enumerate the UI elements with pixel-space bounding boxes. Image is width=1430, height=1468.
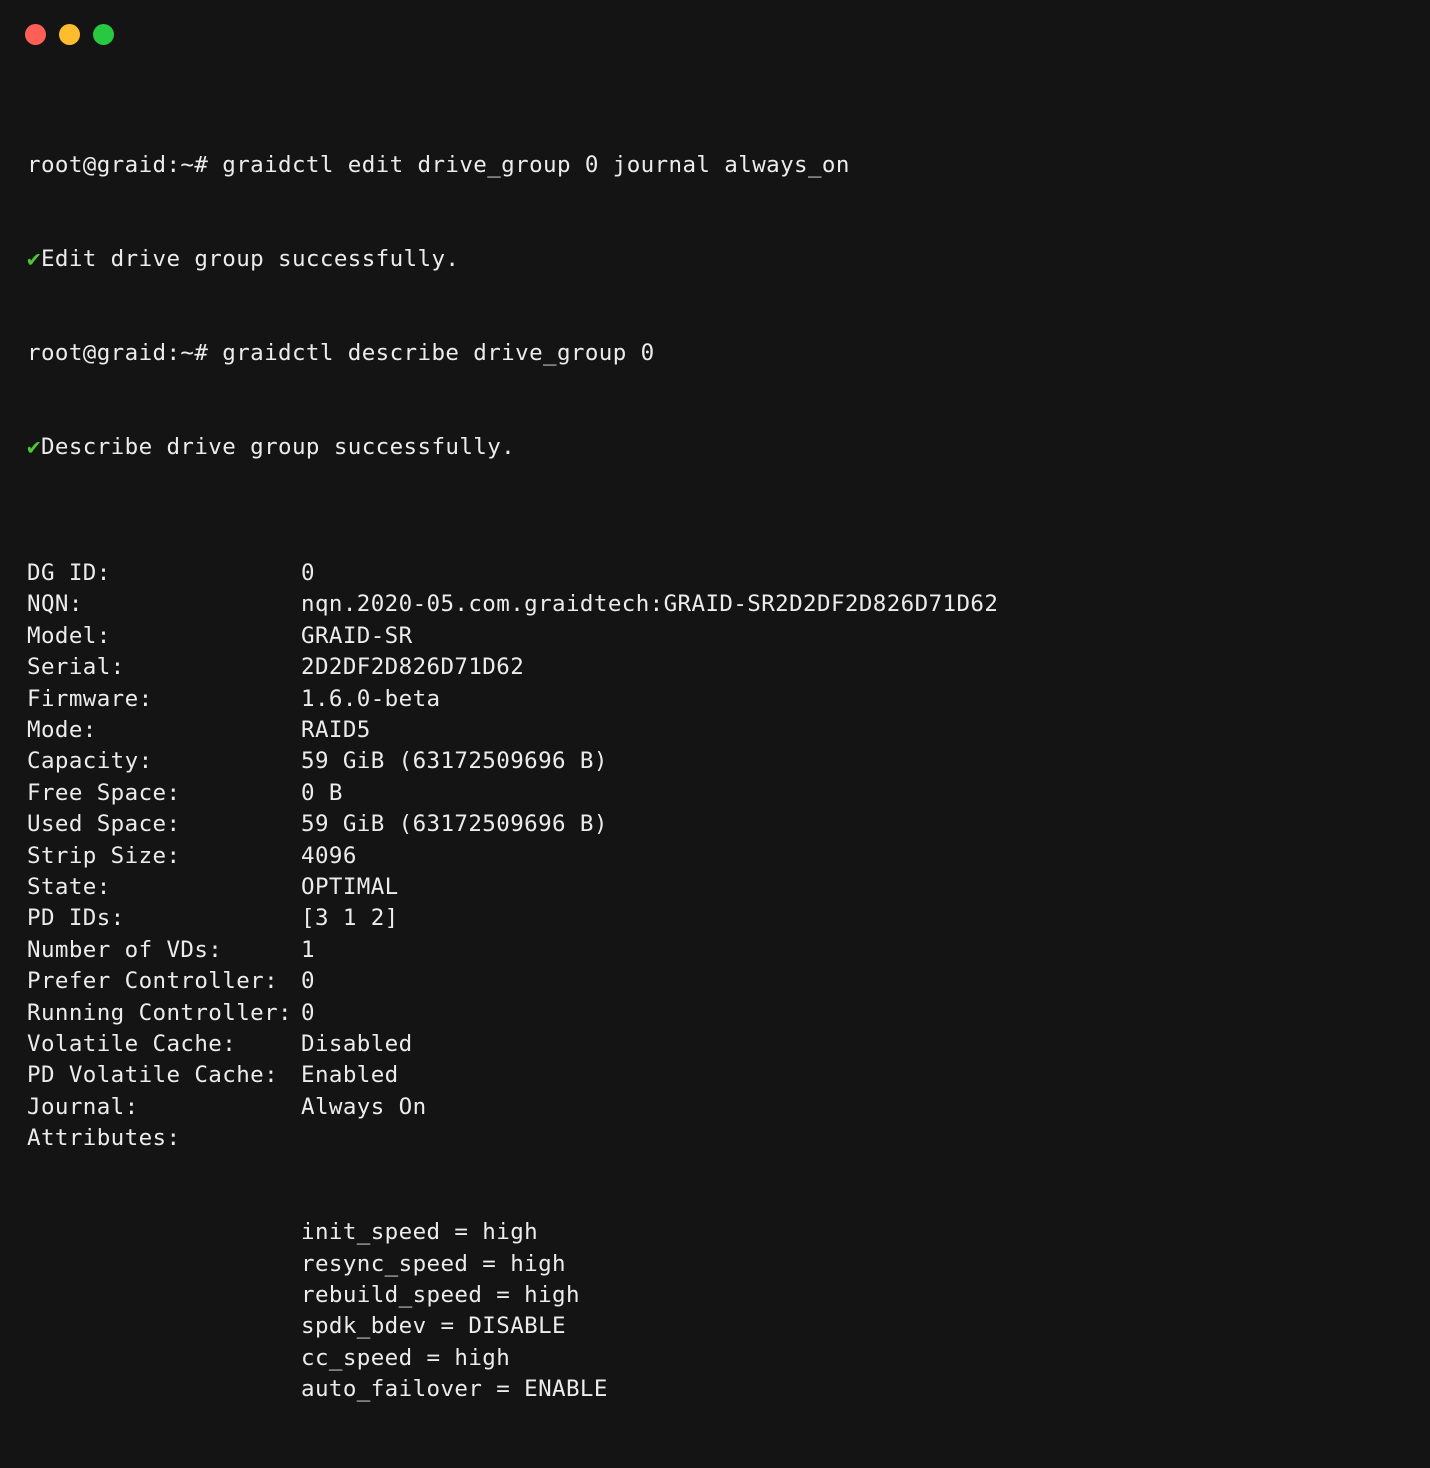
field-key: Mode:: [27, 716, 97, 743]
field-row: PD Volatile Cache: Enabled: [27, 1060, 998, 1091]
prompt: root@graid:~#: [27, 151, 223, 178]
field-value: nqn.2020-05.com.graidtech:GRAID-SR2D2DF2…: [301, 591, 999, 618]
zoom-button[interactable]: [93, 24, 114, 45]
field-row: State: OPTIMAL: [27, 872, 998, 903]
field-value: OPTIMAL: [301, 873, 399, 900]
field-row: NQN: nqn.2020-05.com.graidtech:GRAID-SR2D…: [27, 589, 998, 620]
attribute-value: rebuild_speed = high: [301, 1282, 580, 1309]
attribute-row: cc_speed = high: [27, 1343, 998, 1374]
field-key: State:: [27, 873, 111, 900]
command-line: root@graid:~# graidctl describe drive_gr…: [27, 338, 998, 369]
field-key: NQN:: [27, 591, 83, 618]
attributes-list: init_speed = high resync_speed = high rebu…: [27, 1217, 998, 1405]
field-value: Disabled: [301, 1030, 413, 1057]
field-key: Capacity:: [27, 748, 153, 775]
field-value: 0: [301, 999, 315, 1026]
field-row: Attributes:: [27, 1123, 998, 1154]
success-text: Edit drive group successfully.: [40, 246, 460, 273]
field-key: DG ID:: [27, 560, 111, 587]
field-row: PD IDs: [3 1 2]: [27, 903, 998, 934]
attribute-value: cc_speed = high: [301, 1344, 511, 1371]
window-controls: [25, 24, 114, 45]
terminal-window: root@graid:~# graidctl edit drive_group …: [0, 0, 1430, 1402]
attribute-row: spdk_bdev = DISABLE: [27, 1311, 998, 1342]
field-row: Used Space: 59 GiB (63172509696 B): [27, 809, 998, 840]
attribute-value: init_speed = high: [301, 1219, 539, 1246]
field-value: Enabled: [301, 1062, 399, 1089]
command-text: graidctl edit drive_group 0 journal alwa…: [222, 151, 850, 178]
field-key: Number of VDs:: [27, 936, 223, 963]
field-key: Model:: [27, 622, 111, 649]
field-key: PD Volatile Cache:: [27, 1062, 279, 1089]
field-key: Strip Size:: [27, 842, 181, 869]
success-text: Describe drive group successfully.: [40, 434, 516, 461]
field-value: 0: [301, 968, 315, 995]
field-key: Attributes:: [27, 1125, 181, 1152]
field-value: 0: [301, 560, 315, 587]
close-button[interactable]: [25, 24, 46, 45]
attribute-value: auto_failover = ENABLE: [301, 1376, 608, 1403]
attribute-row: resync_speed = high: [27, 1249, 998, 1280]
field-value: Always On: [301, 1093, 427, 1120]
field-value: RAID5: [301, 716, 371, 743]
check-icon: ✔: [27, 434, 41, 461]
success-line: ✔Describe drive group successfully.: [27, 432, 998, 463]
field-value: 0 B: [301, 779, 343, 806]
attribute-row: auto_failover = ENABLE: [27, 1374, 998, 1405]
field-value: 1.6.0-beta: [301, 685, 441, 712]
field-row: Running Controller: 0: [27, 998, 998, 1029]
field-row: Model: GRAID-SR: [27, 621, 998, 652]
field-key: PD IDs:: [27, 905, 125, 932]
field-row: Serial: 2D2DF2D826D71D62: [27, 652, 998, 683]
field-value: GRAID-SR: [301, 622, 413, 649]
field-key: Used Space:: [27, 811, 181, 838]
field-row: Strip Size: 4096: [27, 841, 998, 872]
attribute-row: init_speed = high: [27, 1217, 998, 1248]
success-line: ✔Edit drive group successfully.: [27, 244, 998, 275]
field-key: Running Controller:: [27, 999, 292, 1026]
attribute-value: resync_speed = high: [301, 1250, 566, 1277]
field-row: Firmware: 1.6.0-beta: [27, 684, 998, 715]
attribute-row: rebuild_speed = high: [27, 1280, 998, 1311]
field-key: Journal:: [27, 1093, 139, 1120]
command-line: root@graid:~# graidctl edit drive_group …: [27, 150, 998, 181]
field-row: Journal: Always On: [27, 1092, 998, 1123]
field-key: Free Space:: [27, 779, 181, 806]
check-icon: ✔: [27, 246, 41, 273]
terminal-output[interactable]: root@graid:~# graidctl edit drive_group …: [27, 87, 998, 1468]
field-value: 4096: [301, 842, 357, 869]
field-value: 59 GiB (63172509696 B): [301, 748, 608, 775]
field-value: 59 GiB (63172509696 B): [301, 811, 608, 838]
prompt: root@graid:~#: [27, 340, 223, 367]
field-value: 2D2DF2D826D71D62: [301, 654, 525, 681]
field-key: Firmware:: [27, 685, 153, 712]
field-value: 1: [301, 936, 315, 963]
field-row: Prefer Controller: 0: [27, 966, 998, 997]
command-text: graidctl describe drive_group 0: [222, 340, 655, 367]
describe-fields: DG ID: 0 NQN: nqn.2020-05.com.graidtech:GRA…: [27, 558, 998, 1154]
attribute-value: spdk_bdev = DISABLE: [301, 1313, 566, 1340]
field-row: Free Space: 0 B: [27, 778, 998, 809]
field-row: Number of VDs: 1: [27, 935, 998, 966]
minimize-button[interactable]: [59, 24, 80, 45]
field-row: Mode: RAID5: [27, 715, 998, 746]
field-row: DG ID: 0: [27, 558, 998, 589]
field-key: Serial:: [27, 654, 125, 681]
field-key: Prefer Controller:: [27, 968, 279, 995]
field-key: Volatile Cache:: [27, 1030, 237, 1057]
field-row: Capacity: 59 GiB (63172509696 B): [27, 746, 998, 777]
field-row: Volatile Cache: Disabled: [27, 1029, 998, 1060]
field-value: [3 1 2]: [301, 905, 399, 932]
